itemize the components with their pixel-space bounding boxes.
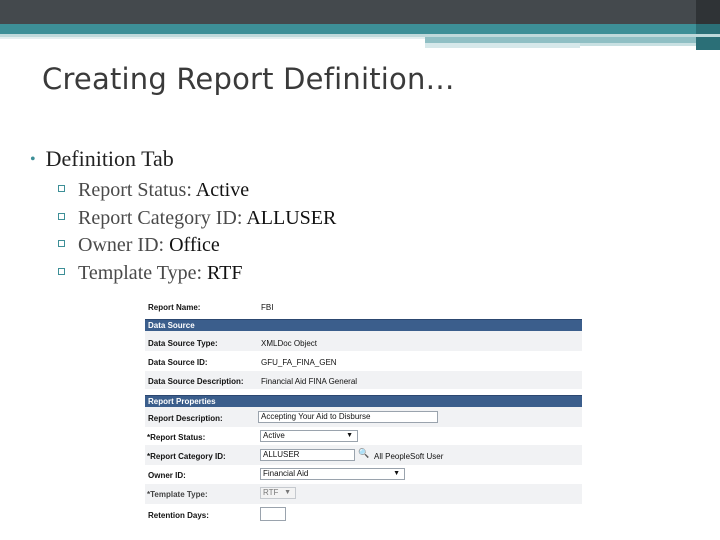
report-category-label: *Report Category ID: [147,452,226,461]
report-properties-header: Report Properties [145,395,582,407]
sub-bullet: Report Category ID: ALLUSER [58,206,336,234]
owner-id-value: Financial Aid [263,469,309,478]
report-description-label: Report Description: [148,414,223,423]
header-bar [0,0,720,24]
data-source-id-label: Data Source ID: [148,358,208,367]
data-source-type-value: XMLDoc Object [261,339,318,348]
sub-bullet: Report Status: Active [58,178,336,206]
data-source-type-label: Data Source Type: [148,339,218,348]
accent-bar [0,24,720,34]
owner-id-select[interactable]: Financial Aid ▼ [260,468,405,480]
square-bullet-icon [58,185,65,192]
sub-bullet-value: RTF [207,261,243,284]
report-status-select[interactable]: Active ▼ [260,430,358,442]
sub-bullet-value: ALLUSER [246,206,337,229]
report-category-input[interactable]: ALLUSER [260,449,355,461]
report-properties-header-text: Report Properties [148,397,216,406]
sub-bullet-label: Report Category ID: [78,206,247,229]
bullet-text: Definition Tab [45,146,174,171]
owner-id-label: Owner ID: [148,471,186,480]
data-source-id-value: GFU_FA_FINA_GEN [261,358,337,367]
data-source-header: Data Source [145,319,582,331]
data-source-desc-value: Financial Aid FINA General [261,377,358,386]
slide-title: Creating Report Definition… [42,62,455,96]
sub-bullet: Template Type: RTF [58,261,336,289]
report-category-description: All PeopleSoft User [374,452,444,461]
template-type-label: *Template Type: [147,490,208,499]
report-description-input[interactable]: Accepting Your Aid to Disburse [258,411,438,423]
report-name-label: Report Name: [148,303,201,312]
lookup-magnifier-icon[interactable]: 🔍 [358,448,369,459]
data-source-header-text: Data Source [148,321,195,330]
square-bullet-icon [58,212,65,220]
dropdown-arrow-icon: ▼ [284,489,291,496]
accent-strip [425,43,580,48]
bullet-dot-icon: • [30,151,36,168]
sub-bullet: Owner ID: Office [58,233,336,261]
report-status-value: Active [263,431,285,440]
sub-bullet-value: Active [195,179,250,201]
retention-days-label: Retention Days: [148,511,209,520]
header-corner [696,0,720,24]
report-status-label: *Report Status: [147,433,206,442]
sub-bullet-list: Report Status: Active Report Category ID… [58,178,336,288]
report-definition-form: Report Name: FBI Data Source Data Source… [145,297,582,523]
dropdown-arrow-icon: ▼ [346,432,353,439]
accent-strip [580,43,696,46]
accent-strip [0,37,425,39]
square-bullet-icon [58,267,65,275]
data-source-desc-label: Data Source Description: [148,377,244,386]
sub-bullet-label: Report Status: [78,179,196,201]
template-type-value: RTF [263,488,279,497]
bullet-definition-tab: • Definition Tab [30,146,174,172]
square-bullet-icon [58,240,65,247]
report-name-value: FBI [261,303,274,312]
retention-days-input[interactable] [260,507,286,521]
accent-corner [696,24,720,50]
sub-bullet-label: Owner ID: [78,234,170,256]
sub-bullet-value: Office [169,234,220,256]
dropdown-arrow-icon: ▼ [393,470,400,477]
row-shade [145,484,582,504]
sub-bullet-label: Template Type: [78,261,208,284]
template-type-select[interactable]: RTF ▼ [260,487,296,499]
